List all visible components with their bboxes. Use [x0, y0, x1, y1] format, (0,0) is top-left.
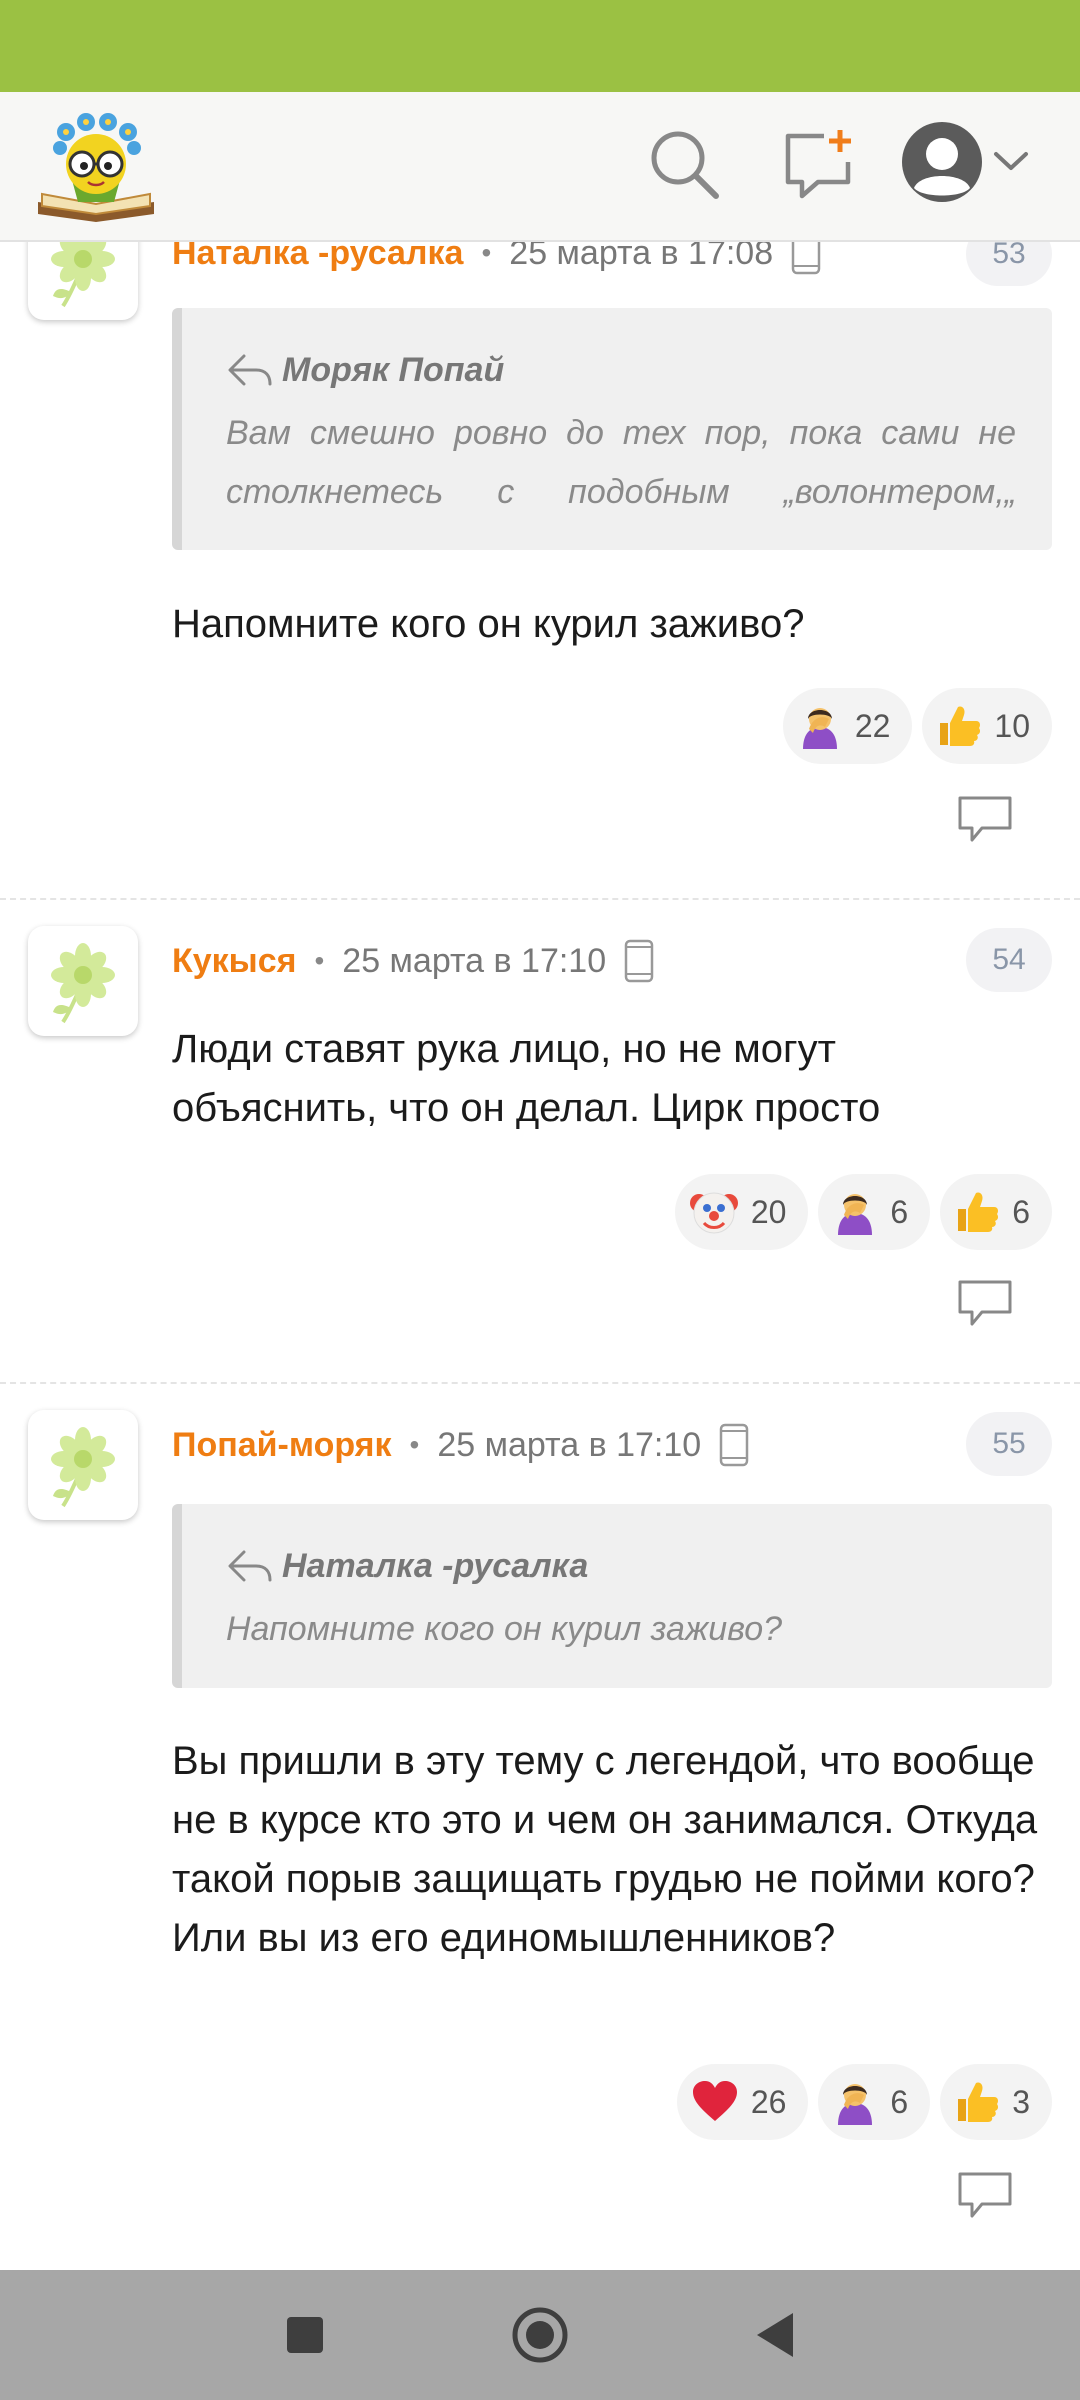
comment-divider — [0, 898, 1080, 900]
comment-text: Вы пришли в эту тему с легендой, что воо… — [172, 1739, 1038, 1960]
reply-comment-icon[interactable] — [956, 794, 1014, 844]
thumbs-up-emoji-icon — [940, 706, 981, 746]
reactions-bar: 22 10 — [782, 688, 1052, 764]
reply-arrow-icon — [228, 354, 272, 386]
quote-author: Моряк Попай — [282, 350, 505, 389]
facepalm-emoji-icon — [838, 2084, 873, 2125]
reply-arrow-icon — [228, 1550, 272, 1582]
comment-divider — [0, 1382, 1080, 1384]
reaction-count: 6 — [890, 1193, 909, 1230]
reaction-thumbs-up[interactable]: 10 — [922, 688, 1052, 764]
quoted-comment[interactable]: Моряк Попай Вам смешно ровно до тех пор,… — [172, 308, 1052, 550]
reaction-facepalm[interactable]: 6 — [818, 1174, 931, 1250]
daisy-glasses-book-logo[interactable] — [34, 110, 158, 222]
home-button[interactable] — [490, 2270, 590, 2400]
quote-author-row: Наталка -русалка — [226, 1540, 1016, 1592]
reaction-count: 20 — [750, 1193, 787, 1230]
author-name[interactable]: Кукыся — [172, 942, 296, 981]
reaction-count: 26 — [750, 2083, 787, 2120]
clown-emoji-icon — [689, 1192, 738, 1234]
reaction-clown[interactable]: 20 — [674, 1174, 809, 1250]
search-icon[interactable] — [646, 126, 722, 202]
quote-author-row: Моряк Попай — [226, 344, 1016, 396]
facepalm-emoji-icon — [802, 708, 837, 749]
mobile-device-icon — [624, 939, 654, 983]
reaction-count: 3 — [1012, 2083, 1030, 2120]
back-button[interactable] — [730, 2270, 820, 2400]
facepalm-emoji-icon — [838, 1194, 873, 1235]
quote-text: Вам смешно ровно до тех пор, пока сами н… — [226, 414, 1016, 511]
thumbs-up-emoji-icon — [958, 2082, 999, 2122]
daisy-avatar-icon — [51, 1427, 115, 1508]
daisy-avatar-icon — [51, 943, 115, 1024]
triangle-back-icon — [757, 2313, 793, 2357]
circle-home-icon — [512, 2307, 568, 2363]
separator-dot: • — [409, 1429, 420, 1460]
quoted-comment[interactable]: Наталка -русалка Напомните кого он курил… — [172, 1504, 1052, 1688]
comment-number[interactable]: 54 — [966, 928, 1052, 992]
reaction-count: 22 — [854, 707, 891, 744]
reaction-thumbs-up[interactable]: 3 — [940, 2064, 1052, 2140]
reaction-facepalm[interactable]: 6 — [818, 2064, 931, 2140]
reply-comment-icon[interactable] — [956, 2170, 1014, 2220]
quote-text: Напомните кого он курил заживо? — [226, 1610, 783, 1648]
user-avatar-icon[interactable] — [900, 120, 984, 204]
comment-number[interactable]: 55 — [966, 1412, 1052, 1476]
square-recents-icon — [287, 2317, 323, 2353]
reply-comment-icon[interactable] — [956, 1278, 1014, 1328]
app-header — [0, 92, 1080, 242]
reactions-bar: 20 6 6 — [674, 1174, 1052, 1250]
comment-text: Люди ставят рука лицо, но не могут объяс… — [172, 1027, 881, 1130]
avatar[interactable] — [28, 926, 138, 1036]
mobile-device-icon — [719, 1423, 749, 1467]
heart-emoji-icon — [692, 2081, 737, 2121]
reaction-facepalm[interactable]: 22 — [782, 688, 913, 764]
quote-author: Наталка -русалка — [282, 1546, 589, 1585]
reactions-bar: 26 6 3 — [676, 2064, 1052, 2140]
reaction-count: 10 — [994, 707, 1030, 744]
comment-meta: Кукыся • 25 марта в 17:10 — [172, 936, 654, 986]
reaction-count: 6 — [1012, 1193, 1030, 1230]
comment-date: 25 марта в 17:10 — [437, 1425, 702, 1464]
avatar[interactable] — [28, 1410, 138, 1520]
reaction-heart[interactable]: 26 — [676, 2064, 809, 2140]
comment-text: Напомните кого он курил заживо? — [172, 602, 805, 646]
system-navigation-bar — [0, 2270, 1080, 2400]
chevron-down-icon[interactable] — [990, 146, 1032, 176]
recents-button[interactable] — [260, 2270, 350, 2400]
author-name[interactable]: Попай-моряк — [172, 1426, 392, 1465]
separator-dot: • — [314, 945, 325, 976]
reaction-count: 6 — [890, 2083, 909, 2120]
comments-feed: Наталка -русалка • 25 марта в 17:08 53 М… — [0, 0, 1080, 2270]
thumbs-up-emoji-icon — [958, 1192, 999, 1232]
reaction-thumbs-up[interactable]: 6 — [940, 1174, 1052, 1250]
new-post-icon[interactable] — [780, 126, 856, 202]
comment-date: 25 марта в 17:10 — [342, 941, 607, 980]
comment-meta: Попай-моряк • 25 марта в 17:10 — [172, 1420, 749, 1470]
